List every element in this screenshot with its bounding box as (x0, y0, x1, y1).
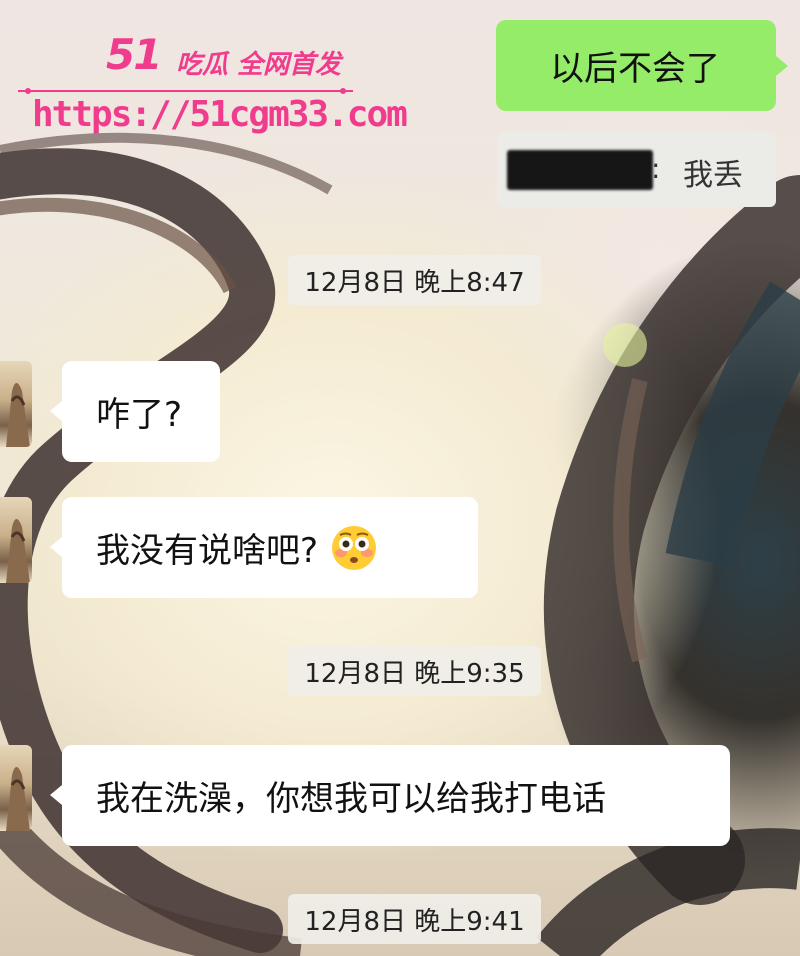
avatar-image (6, 519, 30, 583)
quote-separator: : (651, 152, 661, 185)
contact-avatar[interactable] (0, 497, 32, 583)
timestamp: 12月8日 晚上9:35 (288, 646, 541, 696)
contact-avatar[interactable] (0, 745, 32, 831)
watermark-tagline: 吃瓜 全网首发 (176, 50, 342, 80)
message-bubble-incoming[interactable]: 咋了? (50, 361, 220, 462)
timestamp: 12月8日 晚上8:47 (288, 255, 541, 305)
message-bubble-incoming[interactable]: 我没有说啥吧? (50, 497, 478, 598)
avatar-image (6, 767, 30, 831)
message-bubble-incoming[interactable]: 我在洗澡，你想我可以给我打电话 (50, 745, 730, 846)
quote-text: 我丢 (683, 158, 743, 193)
message-text: 我没有说啥吧? (96, 531, 319, 571)
message-text: 咋了? (96, 395, 183, 435)
flushed-face-emoji-icon (332, 525, 377, 570)
contact-avatar[interactable] (0, 361, 32, 447)
message-bubble-outgoing[interactable]: 以后不会了 (496, 20, 788, 111)
timestamp: 12月8日 晚上9:41 (288, 894, 541, 944)
avatar-image (6, 383, 30, 447)
redacted-name (507, 150, 653, 190)
watermark-url: https://51cgm33.com (32, 94, 408, 135)
quoted-reply[interactable]: : 我丢 (497, 132, 776, 207)
watermark-number: 51 (106, 30, 162, 79)
message-text: 以后不会了 (550, 49, 720, 89)
watermark: 51 吃瓜 全网首发 https://51cgm33.com (18, 30, 408, 140)
message-text: 我在洗澡，你想我可以给我打电话 (96, 779, 606, 819)
